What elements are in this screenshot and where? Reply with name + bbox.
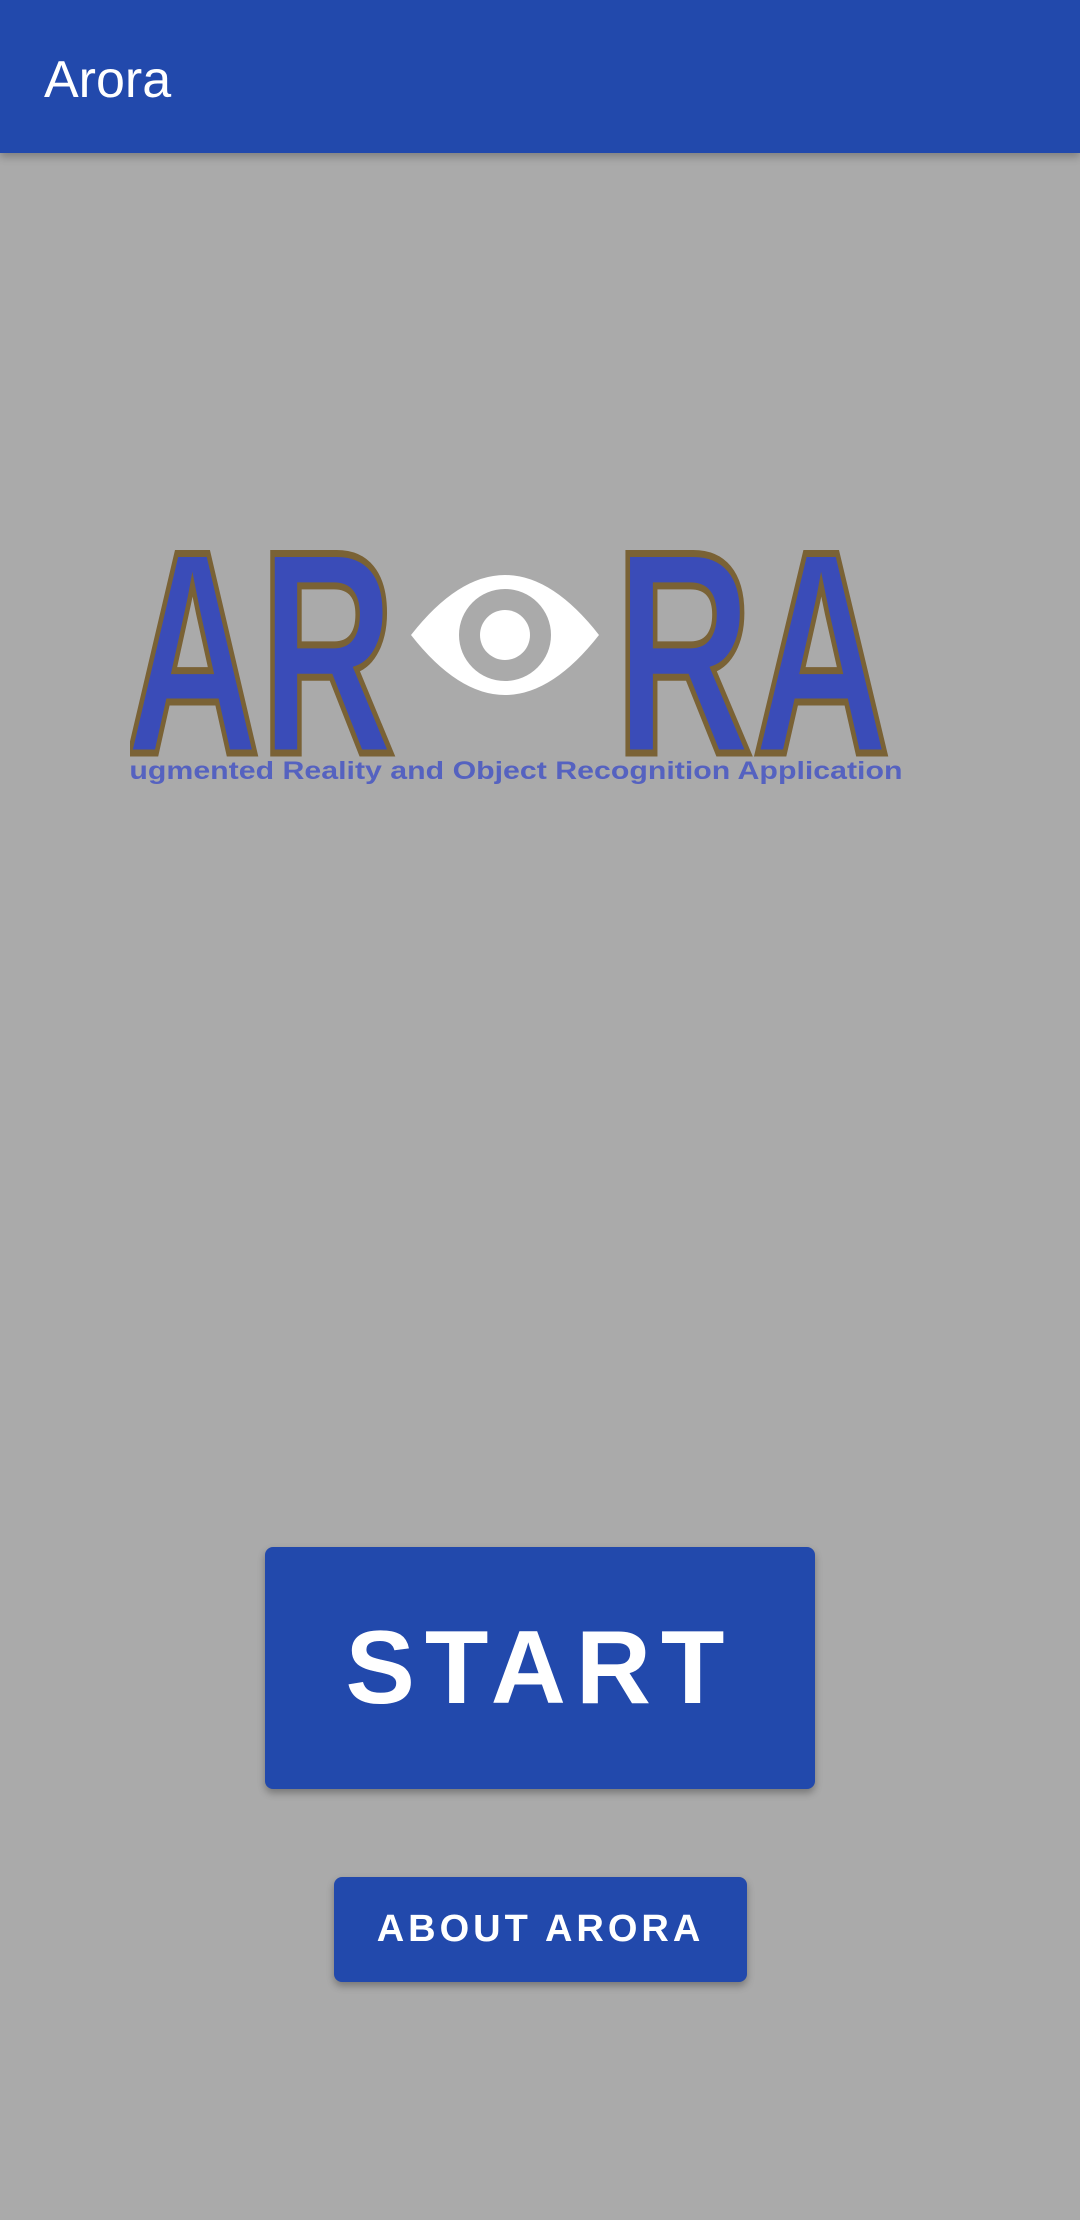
app-bar: Arora [0, 0, 1080, 153]
logo-wordmark-right: RA [612, 520, 894, 790]
about-arora-button[interactable]: ABOUT ARORA [334, 1877, 747, 1982]
app-title: Arora [44, 51, 172, 109]
eye-icon [411, 575, 599, 695]
logo-wordmark-left: AR [130, 520, 399, 790]
arora-logo: AR RA Augmented Reality and Object Recog… [130, 520, 903, 790]
start-button[interactable]: START [265, 1547, 815, 1789]
logo-letters-ra: RA [615, 520, 890, 790]
logo-tagline: Augmented Reality and Object Recognition… [130, 757, 903, 785]
logo-letters-ar: AR [130, 520, 395, 790]
